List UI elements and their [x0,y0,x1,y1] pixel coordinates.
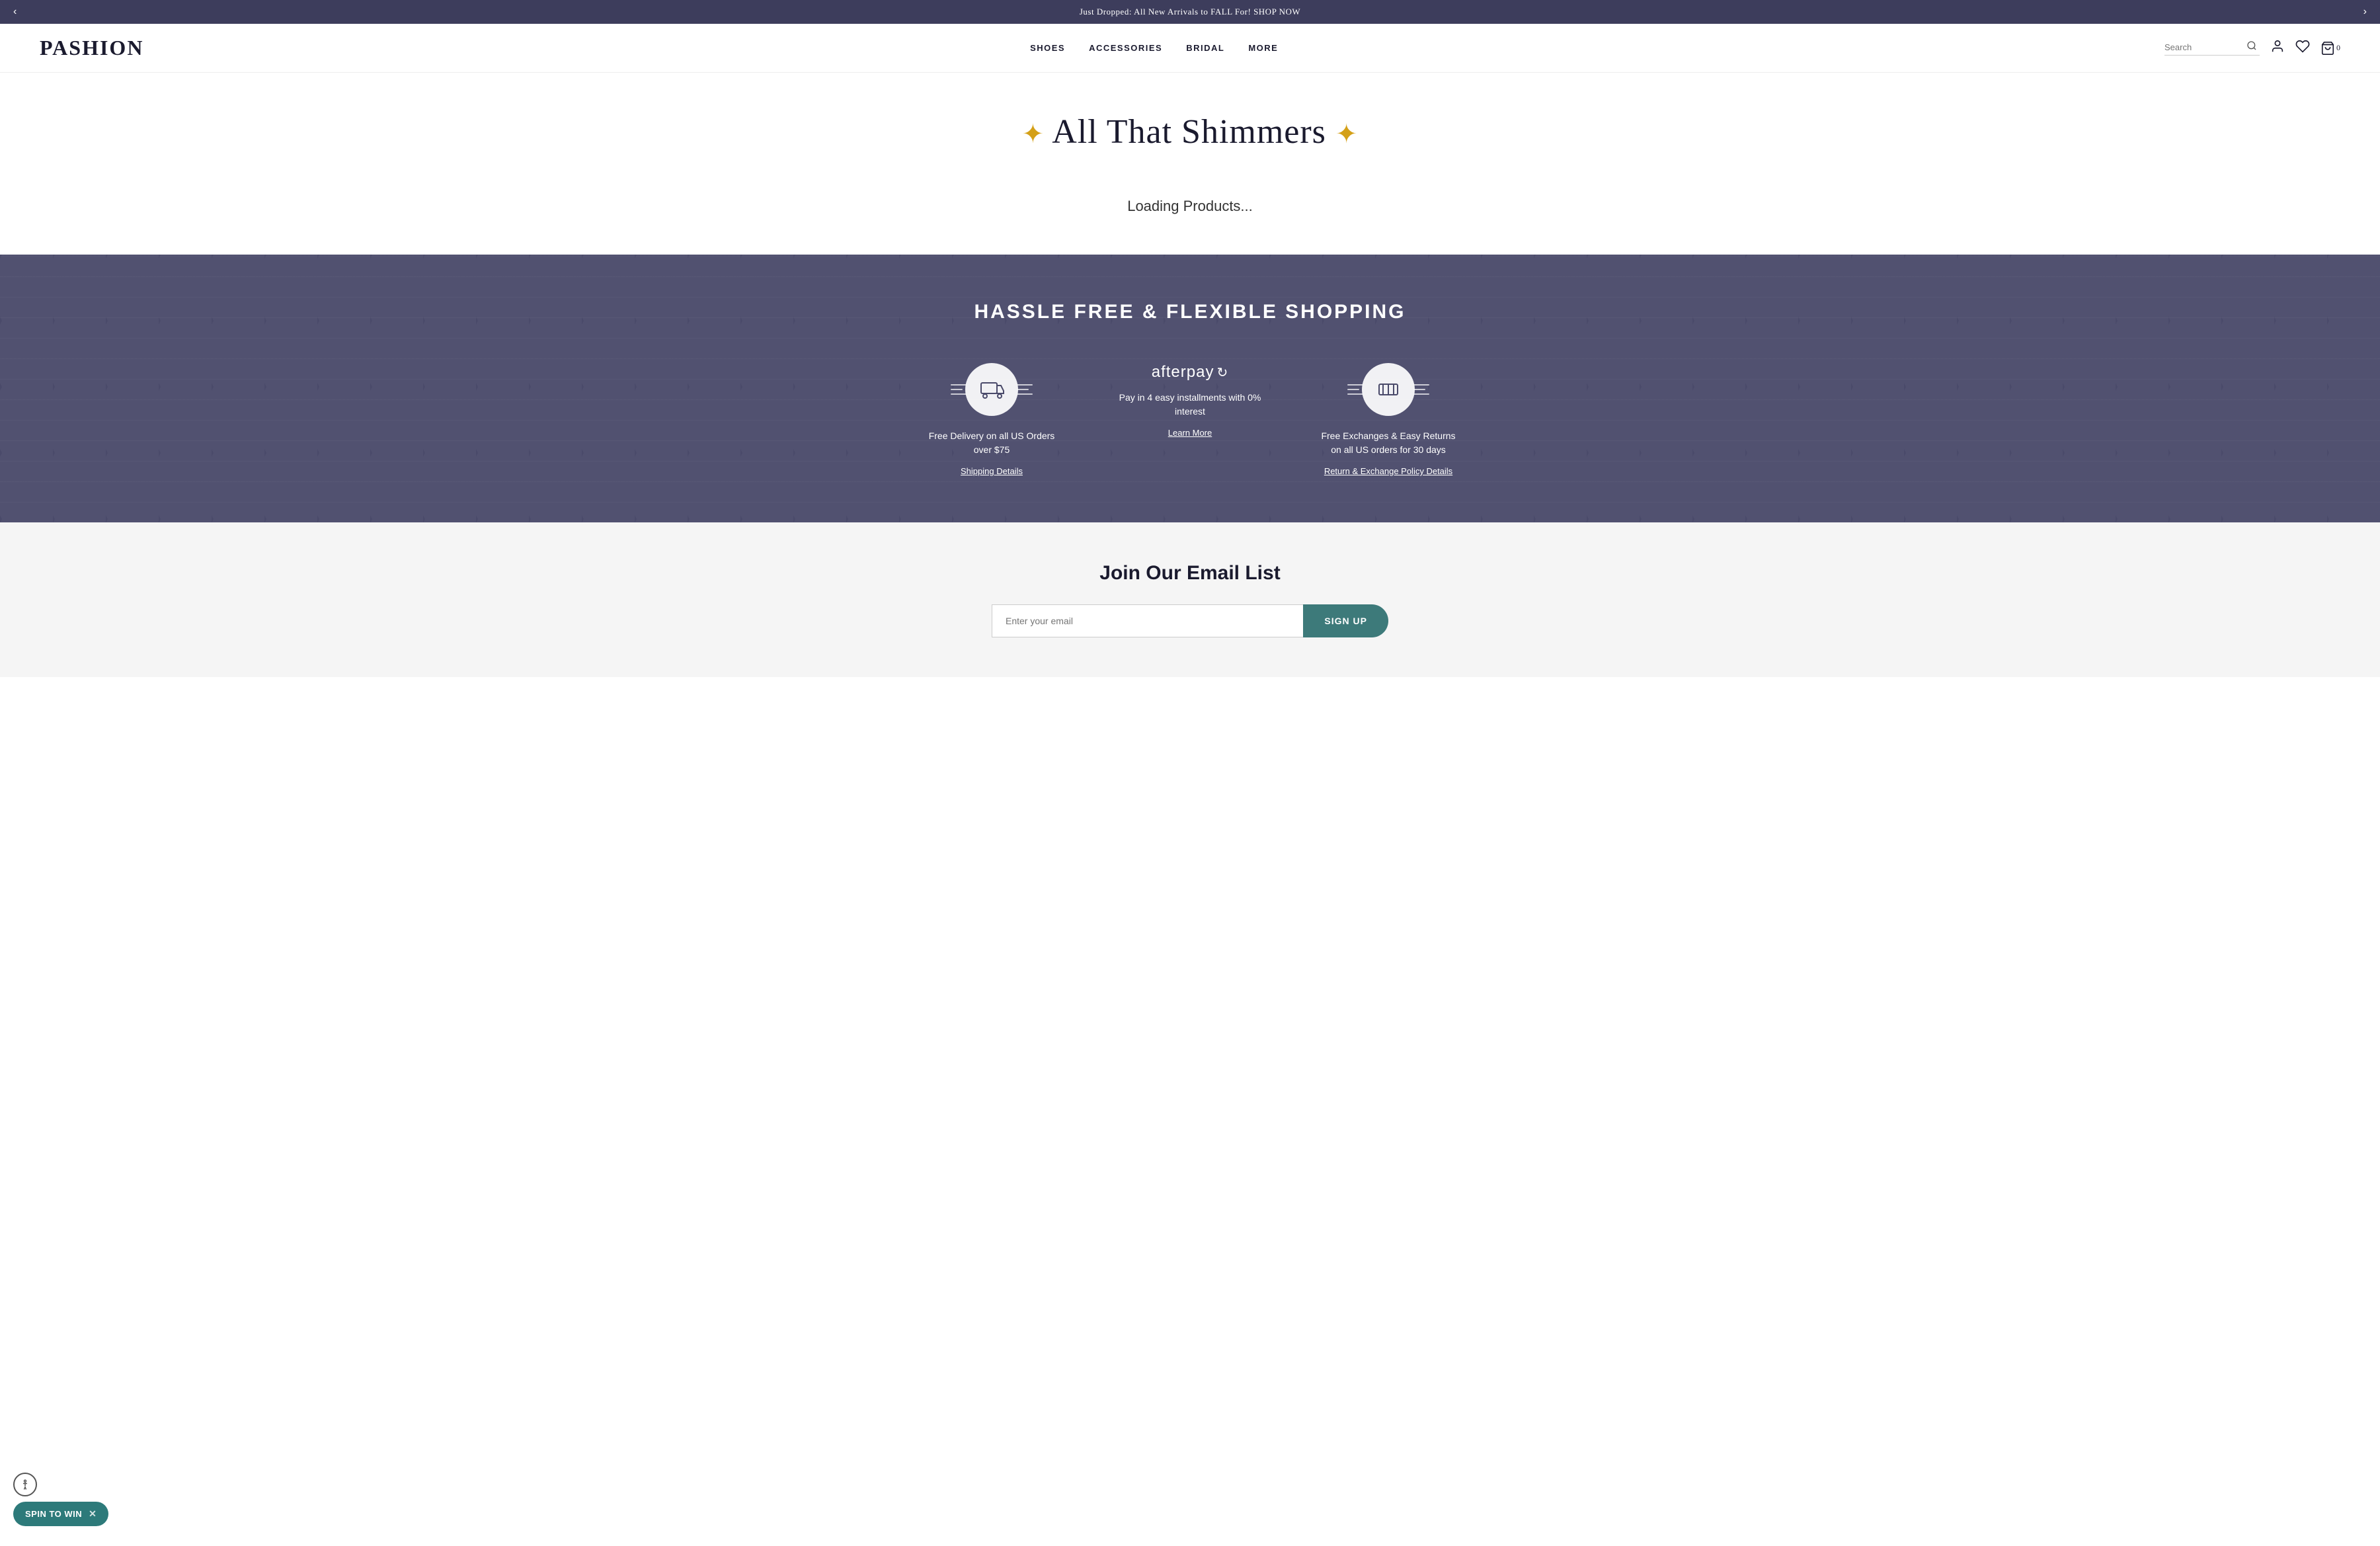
features-grid: Free Delivery on all US Orders over $75 … [26,363,2354,476]
line [1413,384,1429,386]
delivery-lines-left [951,384,967,395]
email-form: SIGN UP [992,604,1388,637]
afterpay-text-desc: Pay in 4 easy installments with 0% inter… [1117,391,1263,419]
sparkle-left: ✦ [1022,119,1045,149]
line [951,389,963,390]
cart-wrapper[interactable]: 0 [2320,41,2340,56]
search-button[interactable] [2244,40,2260,54]
returns-svg-icon [1374,375,1403,404]
shipping-details-link[interactable]: Shipping Details [961,466,1023,476]
line [951,384,967,386]
line [1347,384,1363,386]
spin-close-button[interactable]: ✕ [89,1508,97,1520]
delivery-icon-circle [965,363,1018,416]
features-section: HASSLE FREE & FLEXIBLE SHOPPING [0,255,2380,522]
hero-section: ✦ All That Shimmers ✦ [0,73,2380,171]
email-section: Join Our Email List SIGN UP [0,522,2380,677]
line [1017,384,1033,386]
loading-text: Loading Products... [0,171,2380,255]
returns-lines-left [1347,384,1363,395]
cart-count: 0 [2336,43,2340,53]
line [1017,393,1033,395]
afterpay-text: afterpay [1152,363,1214,382]
return-exchange-policy-link[interactable]: Return & Exchange Policy Details [1324,466,1452,476]
line [1017,389,1029,390]
delivery-svg-icon [977,375,1006,404]
line [1347,389,1359,390]
announcement-bar: ‹ Just Dropped: All New Arrivals to FALL… [0,0,2380,24]
delivery-lines-right [1017,384,1033,395]
line [1413,389,1425,390]
header-actions: 0 [2164,39,2340,58]
line [951,393,967,395]
search-container [2164,40,2260,56]
hero-title: ✦ All That Shimmers ✦ [26,112,2354,151]
learn-more-link[interactable]: Learn More [1168,428,1212,438]
logo[interactable]: PASHION [40,36,143,60]
main-nav: SHOES ACCESSORIES BRIDAL MORE [1030,43,1278,53]
returns-icon-circle [1362,363,1415,416]
email-input[interactable] [992,604,1303,637]
returns-text: Free Exchanges & Easy Returns on all US … [1316,429,1461,457]
announcement-next-button[interactable]: › [2363,6,2367,18]
feature-afterpay: afterpay ↻ Pay in 4 easy installments wi… [1117,363,1263,438]
nav-more[interactable]: MORE [1248,43,1278,53]
spin-label: SPIN TO WIN [25,1509,82,1519]
nav-bridal[interactable]: BRIDAL [1186,43,1224,53]
feature-returns: Free Exchanges & Easy Returns on all US … [1316,363,1461,476]
feature-delivery: Free Delivery on all US Orders over $75 … [919,363,1064,476]
cart-icon [2320,41,2335,56]
afterpay-arrow-icon: ↻ [1216,364,1228,381]
sparkle-right: ✦ [1335,119,1359,149]
afterpay-logo: afterpay ↻ [1152,363,1228,382]
returns-lines-right [1413,384,1429,395]
account-icon[interactable] [2270,39,2285,58]
search-input[interactable] [2164,42,2244,52]
features-title: HASSLE FREE & FLEXIBLE SHOPPING [26,301,2354,323]
announcement-prev-button[interactable]: ‹ [13,6,17,18]
signup-button[interactable]: SIGN UP [1303,604,1388,637]
nav-shoes[interactable]: SHOES [1030,43,1065,53]
line [1347,393,1363,395]
spin-to-win-widget[interactable]: SPIN TO WIN ✕ [13,1502,108,1526]
announcement-text: Just Dropped: All New Arrivals to FALL F… [1080,7,1300,17]
header: PASHION SHOES ACCESSORIES BRIDAL MORE [0,24,2380,73]
nav-accessories[interactable]: ACCESSORIES [1089,43,1162,53]
delivery-text: Free Delivery on all US Orders over $75 [919,429,1064,457]
accessibility-button[interactable] [13,1473,37,1496]
email-title: Join Our Email List [26,562,2354,585]
line [1413,393,1429,395]
hero-title-text: All That Shimmers [1052,113,1326,151]
accessibility-icon [19,1479,31,1490]
wishlist-icon[interactable] [2295,39,2310,58]
